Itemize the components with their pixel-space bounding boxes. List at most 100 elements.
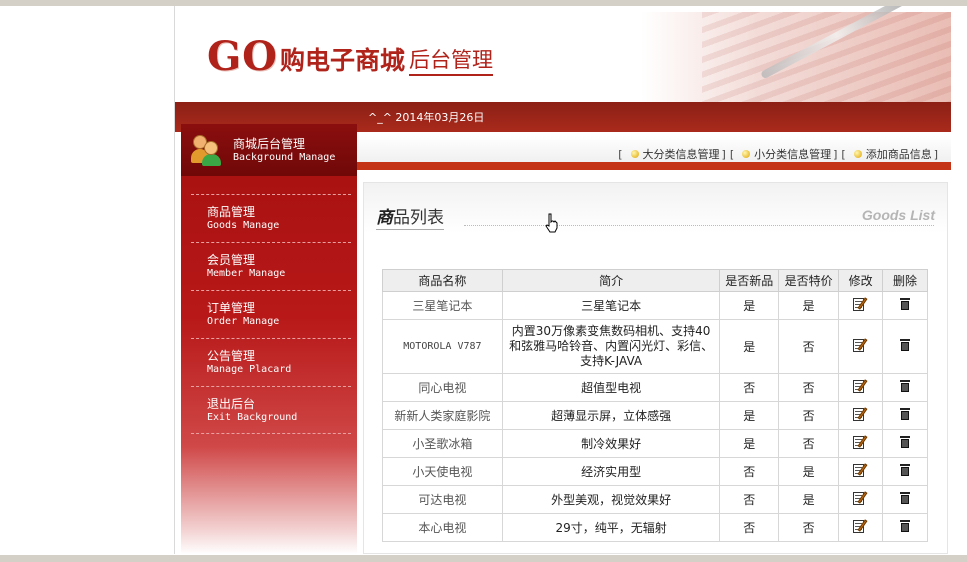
sidebar-item-sublabel: Exit Background [207, 412, 298, 423]
trash-icon[interactable] [900, 298, 911, 310]
table-row: 小圣歌冰箱 制冷效果好 是 否 [382, 429, 928, 458]
table-row: 小天使电视 经济实用型 否 是 [382, 457, 928, 486]
delete-cell [882, 513, 928, 542]
goods-name: 新新人类家庭影院 [382, 401, 503, 430]
small-category-link[interactable]: 小分类信息管理 [754, 146, 831, 162]
table-row: MOTOROLA V787 内置30万像素变焦数码相机、支持40和弦雅马哈铃音、… [382, 319, 928, 374]
edit-icon[interactable] [853, 338, 868, 352]
edit-cell [838, 291, 884, 320]
sidebar-title: 商城后台管理 Background Manage [233, 137, 335, 164]
admin-page: GO 购电子商城 后台管理 ^_^ 2014年03月26日 商城后台管理 Bac… [174, 6, 951, 554]
delete-cell [882, 373, 928, 402]
sidebar-item-sublabel: Member Manage [207, 268, 286, 279]
goods-name: 本心电视 [382, 513, 503, 542]
col-header-intro: 简介 [501, 269, 721, 292]
bullet-icon [630, 150, 639, 158]
delete-cell [882, 485, 928, 514]
sidebar-title-en: Background Manage [233, 152, 336, 163]
is-special: 否 [778, 429, 840, 458]
is-special: 是 [778, 457, 840, 486]
sidebar-item-label: 会员管理 [207, 253, 256, 267]
category-actions: [ 大分类信息管理 ] [ 小分类信息管理 ] [ 添加商品信息 ] [618, 146, 938, 162]
sidebar-item-goods[interactable]: 商品管理 Goods Manage [191, 194, 351, 242]
goods-intro: 三星笔记本 [501, 291, 721, 320]
trash-icon[interactable] [900, 520, 911, 532]
logo-go: GO [207, 33, 279, 80]
site-logo: GO 购电子商城 后台管理 [207, 30, 494, 80]
edit-cell [838, 373, 884, 402]
is-new: 是 [719, 319, 780, 374]
delete-cell [882, 457, 928, 486]
edit-cell [838, 429, 884, 458]
edit-icon[interactable] [853, 491, 868, 505]
goods-list-panel: 商品列表 Goods List 商品名称 简介 是否新品 是否特价 修改 删除 … [363, 182, 948, 554]
bullet-icon [853, 150, 862, 158]
panel-title: 商品列表 [376, 203, 444, 230]
goods-intro: 超值型电视 [501, 373, 721, 402]
edit-icon[interactable] [853, 297, 868, 311]
sidebar-item-sublabel: Manage Placard [207, 364, 292, 375]
logo-admin: 后台管理 [409, 44, 494, 76]
col-header-delete: 删除 [882, 269, 928, 292]
hand-cursor-icon [545, 213, 558, 233]
col-header-edit: 修改 [838, 269, 884, 292]
col-header-special: 是否特价 [778, 269, 840, 292]
edit-cell [838, 485, 884, 514]
sidebar-item-sublabel: Order Manage [207, 316, 280, 327]
sidebar-item-members[interactable]: 会员管理 Member Manage [191, 242, 351, 290]
table-row: 三星笔记本 三星笔记本 是 是 [382, 291, 928, 320]
browser-status-bar [0, 554, 967, 562]
sidebar: 商城后台管理 Background Manage 商品管理 Goods Mana… [181, 124, 357, 554]
is-new: 否 [719, 457, 780, 486]
goods-name: 小天使电视 [382, 457, 503, 486]
sidebar-item-label: 商品管理 [207, 205, 256, 219]
is-special: 否 [778, 401, 840, 430]
trash-icon[interactable] [900, 436, 911, 448]
edit-icon[interactable] [853, 463, 868, 477]
sidebar-header: 商城后台管理 Background Manage [181, 124, 357, 176]
sidebar-item-label: 公告管理 [207, 349, 256, 363]
header-decoration [702, 12, 951, 102]
title-divider [464, 225, 934, 226]
goods-name: MOTOROLA V787 [382, 319, 503, 374]
edit-icon[interactable] [853, 519, 868, 533]
goods-name: 同心电视 [382, 373, 503, 402]
goods-intro: 外型美观，视觉效果好 [501, 485, 721, 514]
trash-icon[interactable] [900, 339, 911, 351]
edit-icon[interactable] [853, 407, 868, 421]
delete-cell [882, 319, 928, 374]
trash-icon[interactable] [900, 408, 911, 420]
edit-cell [838, 401, 884, 430]
action-bar: [ 大分类信息管理 ] [ 小分类信息管理 ] [ 添加商品信息 ] [357, 136, 951, 170]
edit-icon[interactable] [853, 435, 868, 449]
goods-intro: 超薄显示屏，立体感强 [501, 401, 721, 430]
big-category-link[interactable]: 大分类信息管理 [643, 146, 720, 162]
current-date: ^_^ 2014年03月26日 [368, 111, 485, 124]
goods-intro: 内置30万像素变焦数码相机、支持40和弦雅马哈铃音、内置闪光灯、彩信、支持K-J… [501, 319, 721, 374]
sidebar-item-placard[interactable]: 公告管理 Manage Placard [191, 338, 351, 386]
is-new: 是 [719, 291, 780, 320]
trash-icon[interactable] [900, 464, 911, 476]
edit-icon[interactable] [853, 379, 868, 393]
is-new: 否 [719, 373, 780, 402]
trash-icon[interactable] [900, 380, 911, 392]
edit-cell [838, 457, 884, 486]
sidebar-item-label: 订单管理 [207, 301, 256, 315]
col-header-name: 商品名称 [382, 269, 503, 292]
site-header: GO 购电子商城 后台管理 [175, 6, 951, 102]
sidebar-item-orders[interactable]: 订单管理 Order Manage [191, 290, 351, 338]
is-special: 否 [778, 513, 840, 542]
col-header-new: 是否新品 [719, 269, 780, 292]
trash-icon[interactable] [900, 492, 911, 504]
is-special: 是 [778, 485, 840, 514]
is-special: 否 [778, 373, 840, 402]
goods-name: 小圣歌冰箱 [382, 429, 503, 458]
table-row: 可达电视 外型美观，视觉效果好 否 是 [382, 485, 928, 514]
add-goods-link[interactable]: 添加商品信息 [866, 146, 932, 162]
sidebar-title-cn: 商城后台管理 [233, 137, 306, 151]
goods-name: 三星笔记本 [382, 291, 503, 320]
sidebar-item-label: 退出后台 [207, 397, 256, 411]
panel-title-bold: 商 [376, 208, 393, 228]
table-row: 本心电视 29寸，纯平，无辐射 否 否 [382, 513, 928, 542]
sidebar-item-exit[interactable]: 退出后台 Exit Background [191, 386, 351, 434]
